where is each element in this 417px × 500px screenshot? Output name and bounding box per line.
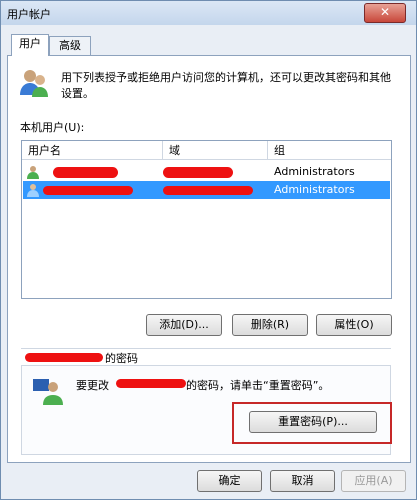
password-instruction-prefix: 要更改 bbox=[76, 379, 109, 392]
users-list[interactable]: 用户名 域 组 Administrators Administrators bbox=[21, 140, 392, 299]
properties-button[interactable]: 属性(O) bbox=[316, 314, 392, 336]
apply-button[interactable]: 应用(A) bbox=[341, 470, 406, 492]
cell-group: Administrators bbox=[274, 183, 355, 196]
tab-users[interactable]: 用户 bbox=[11, 34, 49, 56]
separator bbox=[21, 348, 391, 349]
intro-text: 用下列表授予或拒绝用户访问您的计算机，还可以更改其密码和其他设置。 bbox=[61, 71, 391, 100]
redaction-mark bbox=[43, 186, 133, 195]
close-button[interactable]: ✕ bbox=[364, 3, 406, 23]
cell-group: Administrators bbox=[274, 165, 355, 178]
redaction-mark bbox=[25, 353, 103, 362]
user-accounts-dialog: 用户帐户 ✕ 用户 高级 用下列表授予或拒绝用户访问您的计算机，还可以更改其密码… bbox=[0, 0, 417, 500]
highlight-box bbox=[232, 402, 392, 444]
redaction-mark bbox=[116, 379, 186, 388]
password-instruction-suffix: 的密码，请单击“重置密码”。 bbox=[186, 379, 330, 392]
remove-user-button[interactable]: 删除(R) bbox=[232, 314, 308, 336]
tab-advanced[interactable]: 高级 bbox=[49, 36, 91, 56]
cancel-button[interactable]: 取消 bbox=[270, 470, 335, 492]
redaction-mark bbox=[163, 186, 253, 195]
title-bar: 用户帐户 ✕ bbox=[1, 1, 416, 25]
password-section-title: 的密码 bbox=[105, 352, 138, 365]
users-icon bbox=[20, 70, 48, 97]
table-row[interactable]: Administrators bbox=[23, 163, 390, 181]
user-icon bbox=[27, 166, 39, 179]
password-instruction: 要更改 的密码，请单击“重置密码”。 bbox=[76, 377, 329, 393]
redaction-mark bbox=[53, 167, 118, 178]
window-title: 用户帐户 bbox=[7, 8, 51, 21]
column-header-group[interactable]: 组 bbox=[267, 141, 391, 160]
redaction-mark bbox=[163, 167, 233, 178]
table-row[interactable]: Administrators bbox=[23, 181, 390, 199]
column-header-domain[interactable]: 域 bbox=[162, 141, 267, 160]
column-header-username[interactable]: 用户名 bbox=[22, 141, 162, 160]
local-users-label: 本机用户(U): bbox=[20, 121, 85, 134]
user-password-icon bbox=[33, 379, 63, 405]
ok-button[interactable]: 确定 bbox=[197, 470, 262, 492]
add-user-button[interactable]: 添加(D)... bbox=[146, 314, 222, 336]
user-icon bbox=[27, 184, 39, 197]
